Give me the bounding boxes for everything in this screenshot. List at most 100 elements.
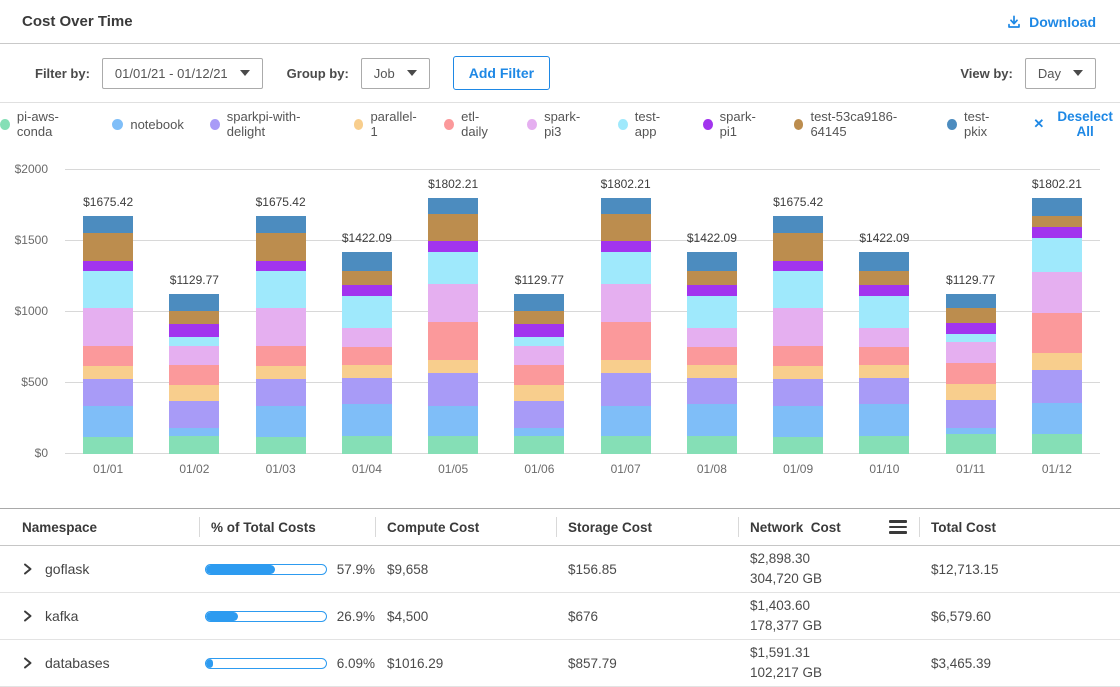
bar-segment-spark-pi3[interactable] (859, 328, 909, 346)
bar-segment-test-53ca9186-64145[interactable] (859, 271, 909, 285)
bar-segment-parallel-1[interactable] (773, 366, 823, 380)
bar-segment-test-53ca9186-64145[interactable] (256, 233, 306, 261)
bar-segment-test-pkix[interactable] (601, 198, 651, 214)
bar-segment-test-app[interactable] (687, 296, 737, 328)
bar-segment-parallel-1[interactable] (256, 366, 306, 380)
bar-segment-spark-pi3[interactable] (169, 346, 219, 365)
bar-01-10[interactable] (859, 252, 909, 454)
bar-segment-etl-daily[interactable] (83, 346, 133, 366)
bar-segment-etl-daily[interactable] (514, 365, 564, 385)
bar-segment-notebook[interactable] (256, 406, 306, 437)
bar-segment-sparkpi-with-delight[interactable] (428, 373, 478, 407)
bar-segment-pi-aws-conda[interactable] (946, 434, 996, 454)
bar-segment-test-53ca9186-64145[interactable] (773, 233, 823, 261)
bar-segment-etl-daily[interactable] (773, 346, 823, 366)
bar-segment-test-pkix[interactable] (773, 216, 823, 233)
bar-segment-test-app[interactable] (859, 296, 909, 328)
bar-segment-test-pkix[interactable] (342, 252, 392, 271)
table-row-goflask[interactable]: goflask57.9%$9,658$156.85$2,898.30304,72… (0, 546, 1120, 593)
bar-segment-etl-daily[interactable] (601, 322, 651, 360)
bar-segment-etl-daily[interactable] (256, 346, 306, 366)
bar-segment-test-pkix[interactable] (1032, 198, 1082, 216)
legend-item-test-pkix[interactable]: test-pkix (947, 109, 1007, 139)
bar-segment-spark-pi1[interactable] (687, 285, 737, 296)
row-expand-chevron-icon[interactable] (22, 610, 33, 622)
bar-segment-sparkpi-with-delight[interactable] (687, 378, 737, 404)
bar-segment-pi-aws-conda[interactable] (687, 436, 737, 454)
bar-segment-notebook[interactable] (83, 406, 133, 437)
bar-segment-spark-pi3[interactable] (256, 308, 306, 345)
legend-item-pi-aws-conda[interactable]: pi-aws-conda (0, 109, 86, 139)
date-range-select[interactable]: 01/01/21 - 01/12/21 (102, 58, 263, 89)
bar-01-04[interactable] (342, 252, 392, 454)
bar-segment-test-pkix[interactable] (859, 252, 909, 271)
row-expand-chevron-icon[interactable] (22, 563, 33, 575)
bar-segment-pi-aws-conda[interactable] (428, 436, 478, 454)
view-by-select[interactable]: Day (1025, 58, 1096, 89)
bar-segment-spark-pi1[interactable] (169, 324, 219, 337)
legend-item-spark-pi3[interactable]: spark-pi3 (527, 109, 592, 139)
bar-segment-sparkpi-with-delight[interactable] (169, 401, 219, 428)
bar-segment-spark-pi3[interactable] (1032, 272, 1082, 313)
legend-item-spark-pi1[interactable]: spark-pi1 (703, 109, 768, 139)
bar-01-07[interactable] (601, 198, 651, 454)
legend-item-sparkpi-with-delight[interactable]: sparkpi-with-delight (210, 109, 328, 139)
bar-segment-pi-aws-conda[interactable] (859, 436, 909, 454)
deselect-all-button[interactable]: ✕ Deselect All (1033, 109, 1120, 139)
bar-segment-spark-pi1[interactable] (859, 285, 909, 296)
bar-01-11[interactable] (946, 294, 996, 454)
bar-segment-sparkpi-with-delight[interactable] (514, 401, 564, 428)
bar-segment-pi-aws-conda[interactable] (83, 437, 133, 454)
bar-segment-notebook[interactable] (342, 404, 392, 436)
bar-01-01[interactable] (83, 216, 133, 454)
bar-segment-pi-aws-conda[interactable] (514, 436, 564, 454)
bar-01-06[interactable] (514, 294, 564, 454)
bar-segment-test-pkix[interactable] (428, 198, 478, 214)
bar-segment-test-app[interactable] (514, 337, 564, 346)
bar-segment-test-53ca9186-64145[interactable] (428, 214, 478, 241)
bar-segment-parallel-1[interactable] (169, 385, 219, 401)
bar-segment-test-app[interactable] (83, 271, 133, 308)
bar-segment-etl-daily[interactable] (1032, 313, 1082, 354)
bar-01-03[interactable] (256, 216, 306, 454)
bar-segment-notebook[interactable] (859, 404, 909, 436)
bar-segment-notebook[interactable] (601, 406, 651, 436)
bar-segment-spark-pi3[interactable] (946, 342, 996, 363)
bar-segment-etl-daily[interactable] (859, 347, 909, 365)
bar-segment-test-app[interactable] (946, 334, 996, 341)
bar-segment-test-53ca9186-64145[interactable] (601, 214, 651, 241)
bar-segment-spark-pi1[interactable] (601, 241, 651, 253)
row-expand-chevron-icon[interactable] (22, 657, 33, 669)
legend-item-notebook[interactable]: notebook (112, 117, 184, 132)
legend-item-etl-daily[interactable]: etl-daily (444, 109, 501, 139)
bar-segment-spark-pi1[interactable] (256, 261, 306, 271)
bar-segment-sparkpi-with-delight[interactable] (859, 378, 909, 404)
bar-segment-pi-aws-conda[interactable] (773, 437, 823, 454)
legend-item-test-53ca9186-64145[interactable]: test-53ca9186-64145 (794, 109, 922, 139)
bar-segment-test-app[interactable] (169, 337, 219, 346)
download-button[interactable]: Download (1006, 14, 1096, 30)
bar-segment-spark-pi3[interactable] (342, 328, 392, 346)
bar-segment-spark-pi1[interactable] (514, 324, 564, 337)
bar-segment-spark-pi3[interactable] (514, 346, 564, 365)
table-row-kafka[interactable]: kafka26.9%$4,500$676$1,403.60178,377 GB$… (0, 593, 1120, 640)
bar-segment-test-53ca9186-64145[interactable] (514, 311, 564, 325)
bar-segment-spark-pi1[interactable] (946, 323, 996, 335)
bar-segment-notebook[interactable] (169, 428, 219, 436)
bar-segment-spark-pi1[interactable] (342, 285, 392, 296)
bar-segment-notebook[interactable] (687, 404, 737, 436)
bar-segment-test-app[interactable] (342, 296, 392, 328)
bar-segment-parallel-1[interactable] (601, 360, 651, 373)
bar-segment-spark-pi3[interactable] (428, 284, 478, 322)
bar-segment-pi-aws-conda[interactable] (1032, 434, 1082, 454)
bar-segment-spark-pi3[interactable] (773, 308, 823, 345)
bar-segment-test-pkix[interactable] (256, 216, 306, 233)
bar-segment-sparkpi-with-delight[interactable] (1032, 370, 1082, 403)
bar-segment-test-53ca9186-64145[interactable] (169, 311, 219, 325)
bar-segment-sparkpi-with-delight[interactable] (342, 378, 392, 404)
bar-segment-test-pkix[interactable] (83, 216, 133, 233)
bar-segment-sparkpi-with-delight[interactable] (773, 379, 823, 405)
bar-segment-etl-daily[interactable] (687, 347, 737, 365)
bar-segment-parallel-1[interactable] (342, 365, 392, 378)
bar-segment-parallel-1[interactable] (859, 365, 909, 378)
